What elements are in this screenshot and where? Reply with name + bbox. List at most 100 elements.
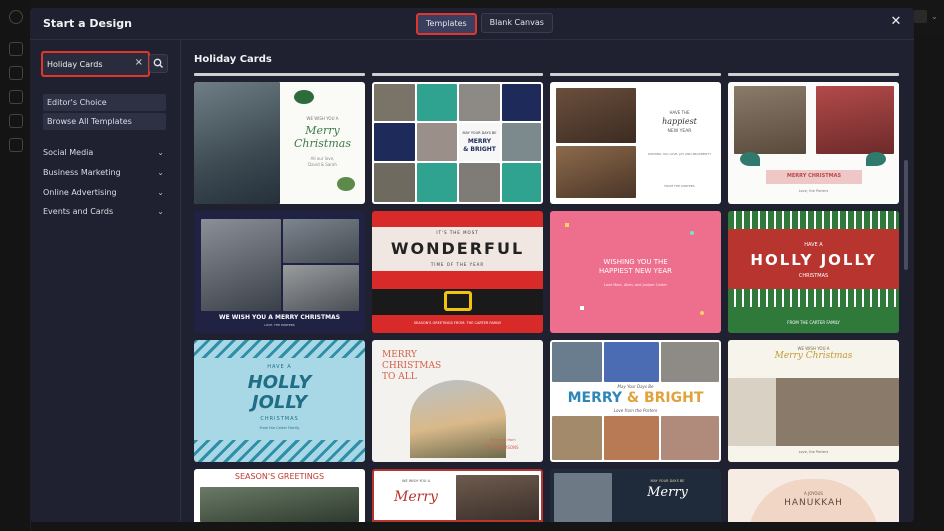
card-edge	[372, 73, 543, 76]
card-text: Merry	[394, 489, 438, 505]
tab-blank-canvas[interactable]: Blank Canvas	[480, 13, 553, 33]
template-card[interactable]: SEASON'S GREETINGS	[194, 469, 365, 522]
card-photo	[554, 473, 612, 522]
card-photo	[604, 416, 659, 460]
card-text: FROM THE CARTER FAMILY	[787, 320, 840, 325]
close-icon[interactable]: ✕	[889, 15, 903, 29]
card-text: THE ANDERSONS	[484, 445, 519, 450]
template-card[interactable]: HAVE THE happiest NEW YEAR WISHING YOU L…	[550, 82, 721, 204]
card-photo	[604, 342, 659, 382]
confetti	[580, 306, 584, 310]
card-text: From the Carter Family	[259, 426, 300, 430]
card-text: WE WISH YOU A	[306, 116, 339, 121]
search-input[interactable]	[47, 53, 127, 75]
category-label: Business Marketing	[43, 168, 121, 177]
template-card[interactable]: WE WISH YOU A Merry Christmas All our lo…	[194, 82, 365, 204]
modal-tabs: Templates Blank Canvas	[416, 13, 553, 35]
chevron-down-icon: ⌄	[157, 148, 164, 157]
card-text: NEW YEAR	[667, 129, 692, 134]
card-text: WISHING YOU THE	[603, 258, 668, 266]
template-card[interactable]: May Your Days Be MERRY & BRIGHT Love fro…	[550, 340, 721, 462]
card-text: HAVE THE	[669, 110, 690, 115]
category-social-media[interactable]: Social Media ⌄	[43, 146, 164, 160]
pattern-band	[194, 440, 365, 462]
card-photo	[734, 86, 806, 154]
template-card[interactable]: MAY YOUR DAYS BE Merry	[550, 469, 721, 522]
user-avatar: ⌄	[914, 8, 944, 32]
card-text: TO ALL	[382, 372, 417, 382]
card-text: FROM THE PORTERS	[664, 184, 695, 188]
confetti	[565, 223, 569, 227]
card-photo	[661, 416, 719, 460]
holly-decoration	[294, 90, 314, 104]
card-text: & BRIGHT	[626, 390, 704, 406]
card-text: LOVE, THE PORTERS	[264, 323, 295, 327]
modal-header: Start a Design Templates Blank Canvas ✕	[30, 8, 914, 40]
card-text: May Your Days Be	[617, 384, 654, 389]
template-card[interactable]: HAVE A HOLLY JOLLY CHRISTMAS FROM THE CA…	[728, 211, 899, 333]
card-photo	[283, 265, 359, 311]
template-card[interactable]: MERRY CHRISTMAS TO ALL Blessings from TH…	[372, 340, 543, 462]
card-text: WONDERFUL	[390, 239, 525, 258]
card-text: A JOYOUS	[804, 491, 823, 496]
category-online-advertising[interactable]: Online Advertising ⌄	[43, 186, 164, 200]
card-text: All our love,	[310, 156, 335, 161]
browse-all-templates-button[interactable]: Browse All Templates	[43, 113, 166, 130]
card-text: CHRISTMAS	[382, 361, 442, 371]
modal-title: Start a Design	[43, 17, 132, 30]
card-text: HAVE A	[804, 242, 823, 248]
category-business-marketing[interactable]: Business Marketing ⌄	[43, 166, 164, 180]
template-card[interactable]: MERRY CHRISTMAS Love, the Porters	[728, 82, 899, 204]
card-tile	[502, 84, 541, 121]
card-text: HOLLY JOLLY	[750, 251, 877, 269]
template-card[interactable]: WISHING YOU THE HAPPIEST NEW YEAR Love M…	[550, 211, 721, 333]
card-photo	[556, 146, 636, 198]
template-card[interactable]: MAY YOUR DAYS BE MERRY & BRIGHT	[372, 82, 543, 204]
template-card[interactable]: A JOYOUS HANUKKAH	[728, 469, 899, 522]
editors-choice-button[interactable]: Editor's Choice	[43, 94, 166, 111]
template-card[interactable]: WE WISH YOU A MERRY CHRISTMAS LOVE, THE …	[194, 211, 365, 333]
card-photo	[552, 342, 602, 382]
card-edge	[728, 73, 899, 76]
gallery-scrollbar[interactable]	[904, 160, 908, 270]
search-button[interactable]	[149, 54, 168, 73]
category-events-and-cards[interactable]: Events and Cards ⌄	[43, 205, 164, 219]
card-text: HAPPIEST NEW YEAR	[598, 267, 673, 275]
card-text: MERRY	[382, 350, 418, 360]
card-photo	[456, 475, 539, 520]
card-photo	[201, 219, 281, 311]
card-tile	[502, 163, 541, 202]
category-label: Social Media	[43, 148, 94, 157]
card-tile	[417, 84, 457, 121]
card-photo	[459, 163, 500, 202]
card-photo	[374, 163, 415, 202]
card-edge	[550, 73, 721, 76]
card-text: Blessings from	[490, 438, 516, 442]
card-photo	[374, 84, 415, 121]
confetti	[690, 231, 694, 235]
card-text: WISHING YOU LOVE, JOY AND PROSPERITY	[647, 152, 712, 156]
card-photo	[417, 123, 457, 161]
bird-decoration	[740, 152, 760, 166]
card-photo	[556, 88, 636, 143]
card-text: CHRISTMAS	[260, 416, 299, 422]
card-text: MAY YOUR DAYS BE	[462, 131, 497, 135]
card-tile	[417, 163, 457, 202]
template-card[interactable]: HAVE A HOLLY JOLLY CHRISTMAS From the Ca…	[194, 340, 365, 462]
template-card[interactable]: WE WISH YOU A Merry Christmas Love, the …	[728, 340, 899, 462]
card-text: SEASON'S GREETINGS FROM: THE CARTER FAMI…	[413, 321, 502, 325]
card-text: Love, the Porters	[798, 189, 829, 193]
belt-buckle	[444, 291, 472, 311]
template-card[interactable]: WE WISH YOU A Merry	[372, 469, 543, 522]
tab-templates[interactable]: Templates	[416, 13, 477, 35]
card-text: SEASON'S GREETINGS	[234, 472, 325, 481]
card-text: Merry	[647, 485, 688, 500]
close-icon[interactable]: ×	[135, 57, 143, 69]
card-text: JOLLY	[251, 392, 308, 413]
pattern-band	[194, 340, 365, 358]
template-card[interactable]: IT'S THE MOST WONDERFUL TIME OF THE YEAR…	[372, 211, 543, 333]
card-text: Love Marc, Allen, and Juniper Carter	[603, 283, 668, 287]
template-sidebar: × Editor's Choice Browse All Templates S…	[30, 40, 181, 522]
chevron-down-icon: ⌄	[157, 207, 164, 216]
card-text: HOLLY	[247, 372, 312, 393]
